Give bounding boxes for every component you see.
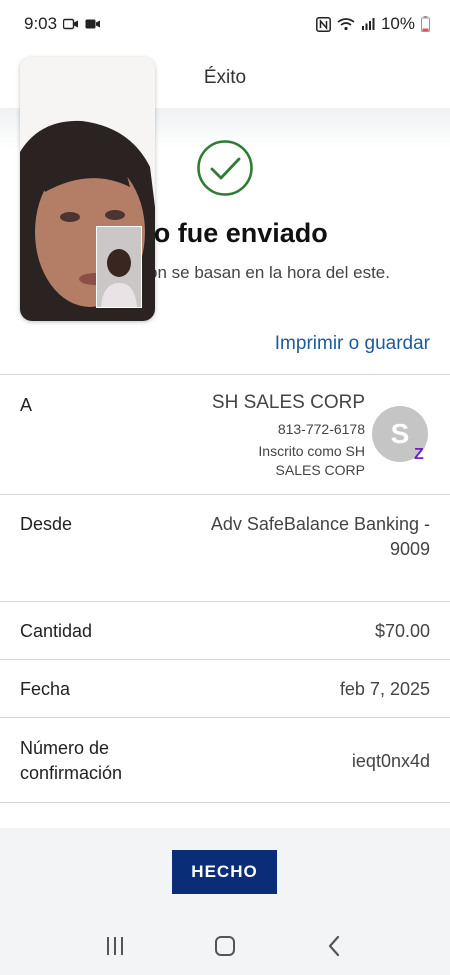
signal-icon bbox=[361, 18, 375, 30]
confirmation-number-value: ieqt0nx4d bbox=[351, 751, 430, 771]
success-check-icon bbox=[196, 139, 254, 197]
payee-name: SH SALES CORP bbox=[211, 392, 365, 413]
divider bbox=[0, 659, 450, 660]
status-right: 10% bbox=[316, 14, 430, 34]
divider bbox=[0, 374, 450, 375]
page-title: Éxito bbox=[203, 67, 247, 88]
status-bar: 9:03 10% bbox=[0, 0, 450, 48]
print-or-save-link[interactable]: Imprimir o guardar bbox=[275, 333, 430, 355]
confirmation-number-label: Número de confirmación bbox=[20, 738, 123, 783]
done-button[interactable]: HECHO bbox=[172, 850, 277, 894]
camera-recording-icon bbox=[85, 19, 101, 29]
to-label: A bbox=[20, 395, 33, 415]
date-value: feb 7, 2025 bbox=[339, 679, 430, 699]
from-label: Desde bbox=[20, 514, 73, 534]
back-icon[interactable] bbox=[325, 935, 345, 957]
status-left: 9:03 bbox=[24, 14, 101, 34]
nfc-icon bbox=[316, 16, 331, 32]
status-time: 9:03 bbox=[24, 14, 58, 33]
battery-icon bbox=[421, 16, 430, 32]
amount-label: Cantidad bbox=[20, 621, 93, 641]
divider bbox=[0, 601, 450, 602]
video-call-icon bbox=[63, 18, 79, 30]
from-account: Adv SafeBalance Banking - 9009 bbox=[210, 514, 430, 559]
date-label: Fecha bbox=[20, 679, 71, 699]
self-video-feed bbox=[97, 227, 141, 307]
self-video-thumbnail[interactable] bbox=[96, 226, 142, 308]
battery-percent: 10% bbox=[380, 14, 415, 33]
payee-enrolled-as: Inscrito como SH SALES CORP bbox=[258, 443, 365, 478]
payee-phone: 813-772-6178 bbox=[277, 421, 365, 437]
home-icon[interactable] bbox=[214, 935, 236, 957]
recent-apps-icon[interactable] bbox=[105, 936, 125, 956]
divider bbox=[0, 494, 450, 495]
avatar-letter: S bbox=[390, 418, 410, 449]
divider bbox=[0, 802, 450, 803]
system-nav-bar bbox=[0, 916, 450, 975]
divider bbox=[0, 717, 450, 718]
zelle-icon: Z bbox=[414, 446, 424, 463]
wifi-icon bbox=[337, 18, 355, 31]
amount-value: $70.00 bbox=[374, 621, 430, 641]
